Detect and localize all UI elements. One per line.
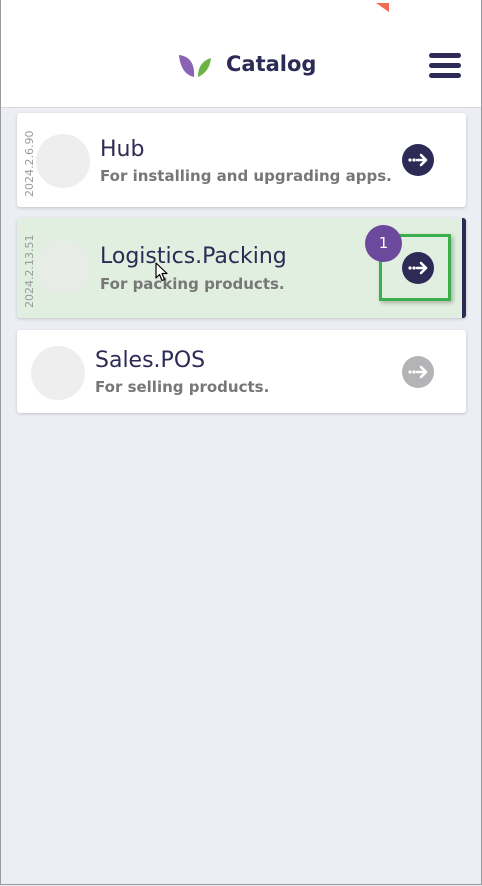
app-card-hub[interactable]: 2024.2.6.90 Hub For installing and upgra… (17, 113, 466, 207)
arrow-right-icon (408, 365, 428, 379)
app-name: Hub (100, 137, 145, 162)
app-description: For selling products. (95, 378, 270, 396)
app-description: For installing and upgrading apps. (100, 167, 392, 185)
page-title: Catalog (226, 52, 317, 76)
arrow-right-icon (408, 153, 428, 167)
hamburger-menu-icon[interactable] (426, 51, 462, 81)
app-version: 2024.2.6.90 (23, 130, 36, 197)
app-card-sales-pos[interactable]: Sales.POS For selling products. (17, 330, 466, 413)
open-app-button[interactable] (402, 356, 434, 388)
app-frame: Catalog 2024.2.6.90 Hub For installing a… (0, 0, 482, 885)
app-name: Logistics.Packing (100, 244, 287, 269)
app-header: Catalog (1, 0, 481, 108)
leaf-logo-icon (179, 55, 211, 77)
app-description: For packing products. (100, 275, 285, 293)
app-avatar (36, 134, 90, 188)
app-avatar (31, 346, 85, 400)
app-avatar (36, 240, 90, 294)
app-version: 2024.2.13.51 (23, 234, 36, 308)
step-number-badge: 1 (365, 225, 402, 262)
open-app-button[interactable] (402, 144, 434, 176)
mouse-cursor-icon (155, 262, 168, 282)
app-name: Sales.POS (95, 348, 206, 373)
